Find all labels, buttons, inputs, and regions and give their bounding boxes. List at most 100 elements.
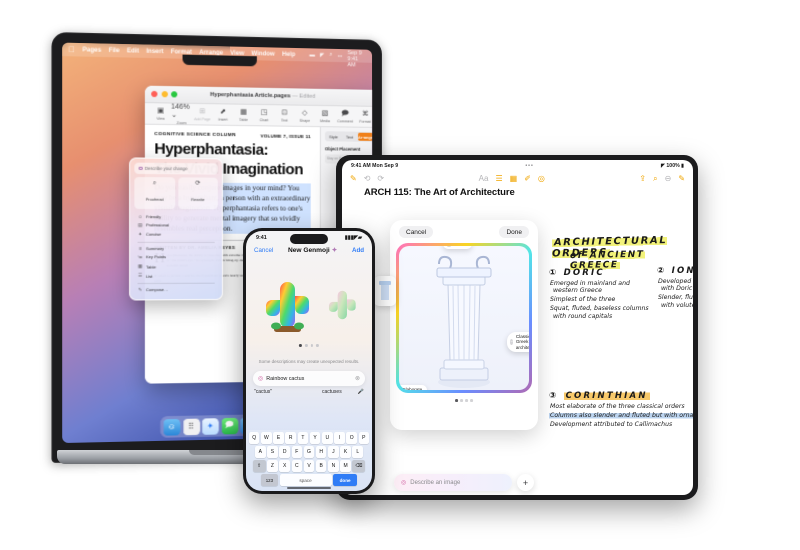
key-w[interactable]: W [261, 432, 272, 444]
key-r[interactable]: R [285, 432, 297, 444]
keyboard-row-4[interactable]: 123 space done [248, 474, 370, 486]
genmoji-description-input[interactable]: ◎ Rainbow cactus ⊗ [253, 371, 365, 386]
keyboard-row-2[interactable]: A S D F G H J K L [248, 446, 370, 458]
key-i[interactable]: I [334, 432, 345, 444]
key-g[interactable]: G [303, 446, 315, 458]
key-m[interactable]: M [340, 460, 351, 472]
compose-item[interactable]: ✎ Compose… [134, 285, 217, 295]
control-center-icon[interactable]: ⚏ [337, 52, 342, 58]
cancel-button[interactable]: Cancel [399, 226, 434, 238]
key-v[interactable]: V [303, 460, 315, 472]
genmoji-dot-3[interactable] [310, 344, 314, 347]
key-o[interactable]: O [346, 432, 357, 444]
key-u[interactable]: U [321, 432, 333, 444]
done-key[interactable]: done [333, 474, 358, 486]
key-f[interactable]: F [291, 446, 303, 458]
shift-key[interactable]: ⇧ [252, 460, 266, 472]
keyboard-row-3[interactable]: ⇧ Z X C V B N M ⌫ [248, 460, 370, 472]
toolbar-shape[interactable]: ◇ Shape [295, 109, 315, 122]
compose-icon[interactable]: ✎ [678, 174, 685, 183]
page-dot-4[interactable] [470, 399, 473, 402]
more-icon[interactable]: ⊖ [665, 174, 672, 183]
space-key[interactable]: space [279, 474, 332, 486]
toolbar-comment[interactable]: 🗩 Comment [335, 110, 355, 123]
remove-tag-icon[interactable]: − [446, 246, 452, 247]
generated-image[interactable]: − Fluted − Classical Greek architecture … [399, 246, 529, 390]
zoom-value[interactable]: 146% ⌄ [171, 103, 192, 120]
iphone-keyboard[interactable]: Q W E R T Y U I O P A S D F G H J K L ⇧ … [246, 430, 372, 491]
share-icon[interactable]: ⇪ [639, 174, 646, 183]
genmoji-nav-bar[interactable]: Cancel New Genmoji ✦ Add [246, 244, 372, 257]
key-c[interactable]: C [291, 460, 303, 472]
key-j[interactable]: J [328, 446, 339, 458]
genmoji-cancel-button[interactable]: Cancel [254, 247, 273, 254]
search-icon[interactable]: ⌕ [653, 174, 657, 183]
remove-tag-icon[interactable]: − [510, 339, 514, 346]
microphone-icon[interactable]: 🎤 [358, 389, 364, 395]
toolbar-view[interactable]: ▣ View [150, 107, 171, 121]
key-p[interactable]: P [358, 432, 370, 444]
suggestion-2[interactable]: cactuses [306, 389, 358, 395]
pencil-icon[interactable]: ✐ [524, 174, 531, 183]
describe-change-input[interactable]: Describe your change [134, 162, 218, 175]
toolbar-chart[interactable]: ◳ Chart [254, 108, 274, 122]
proofread-button[interactable]: ⌕ Proofread [134, 177, 175, 210]
toolbar-text[interactable]: ⊡ Text [274, 109, 294, 122]
apple-icon[interactable]:  [69, 44, 75, 53]
concept-tag-fluted[interactable]: − Fluted [443, 246, 473, 249]
format-table[interactable]: ▦ Table [134, 262, 217, 272]
add-image-button[interactable]: + [517, 474, 534, 491]
window-traffic-lights[interactable] [151, 90, 178, 98]
image-playground-card[interactable]: Cancel Done − Classi Greek archit Elabor… [374, 220, 538, 430]
rainbow-cactus-genmoji[interactable] [258, 274, 316, 336]
image-prompt-bar[interactable]: ◎ Describe an image + [394, 474, 534, 491]
page-dot-1[interactable] [455, 399, 458, 402]
tone-concise[interactable]: ✦ Concise [134, 230, 217, 240]
key-l[interactable]: L [352, 446, 364, 458]
menu-item-pages[interactable]: Pages [82, 47, 101, 54]
undo-icon[interactable]: ⟲ [364, 174, 371, 183]
rainbow-cactus-variant[interactable] [324, 283, 360, 327]
writing-tools-tone-list[interactable]: ☺ Friendly ▤ Professional ✦ Concise ≡ Su… [134, 212, 217, 295]
clear-icon[interactable]: ⊗ [355, 375, 360, 382]
key-h[interactable]: H [315, 446, 327, 458]
minimize-button[interactable] [161, 91, 168, 98]
finder-icon[interactable]: ☺ [163, 418, 181, 436]
menubar-clock[interactable]: Mon Sep 9 9:41 AM [347, 44, 366, 68]
concept-tag-elaborate[interactable]: − Elaborate [399, 385, 428, 390]
safari-icon[interactable]: ✦ [202, 417, 219, 435]
genmoji-add-button[interactable]: Add [352, 247, 364, 254]
key-d[interactable]: D [279, 446, 290, 458]
format-key-points[interactable]: ≔ Key Points [134, 252, 217, 261]
battery-icon[interactable]: ▬ [309, 52, 315, 58]
menu-item-help[interactable]: Help [282, 51, 295, 57]
key-e[interactable]: E [273, 432, 284, 444]
genmoji-dot-2[interactable] [304, 344, 308, 347]
suggestion-1[interactable]: "cactus" [254, 389, 306, 395]
page-dot-2[interactable] [460, 399, 463, 402]
menu-item-file[interactable]: File [109, 47, 120, 53]
note-canvas[interactable]: ARCHITECTURAL ORDERS of ANCIENT GREECE ①… [342, 198, 693, 495]
image-playground-icon[interactable]: ◎ [538, 174, 545, 183]
launchpad-icon[interactable]: ⠿ [182, 418, 200, 435]
genmoji-dot-4[interactable] [316, 344, 320, 347]
genmoji-dot-1[interactable] [298, 344, 302, 347]
toolbar-table[interactable]: ▦ Table [233, 108, 254, 122]
menu-item-edit[interactable]: Edit [127, 48, 139, 54]
close-button[interactable] [151, 90, 158, 98]
markup-tools-group[interactable]: ✎ ⟲ ⟳ [350, 174, 384, 183]
page-dot-3[interactable] [465, 399, 468, 402]
genmoji-page-dots[interactable] [298, 344, 320, 347]
keyboard-row-1[interactable]: Q W E R T Y U I O P [248, 432, 370, 444]
image-playground-header[interactable]: Cancel Done [396, 226, 532, 243]
concept-tag-classical[interactable]: − Classical Greek architecture [507, 332, 529, 353]
redo-icon[interactable]: ⟳ [377, 174, 384, 183]
toolbar-media[interactable]: ▧ Media [315, 109, 335, 123]
toolbar-zoom[interactable]: 146% ⌄ Zoom [171, 103, 192, 125]
key-t[interactable]: T [297, 432, 309, 444]
messages-icon[interactable]: 🗩 [221, 417, 238, 434]
tone-friendly[interactable]: ☺ Friendly [134, 212, 217, 221]
numbers-key[interactable]: 123 [260, 474, 278, 486]
tab-arrange[interactable]: Arrange [358, 132, 373, 142]
writing-tools-primary-actions[interactable]: ⌕ Proofread ⟳ Rewrite [134, 177, 218, 210]
